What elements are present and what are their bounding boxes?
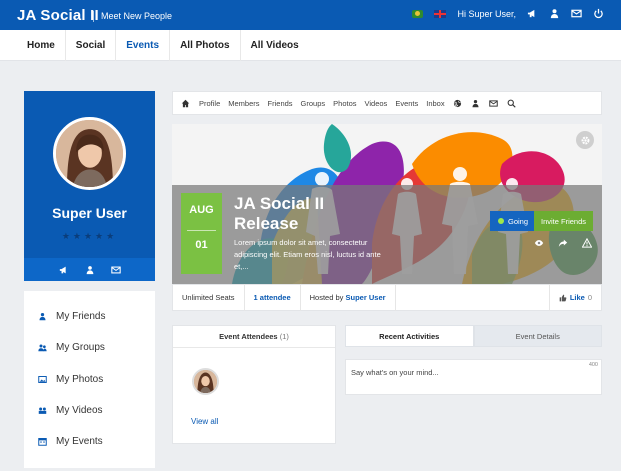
cover-settings-button[interactable] xyxy=(576,131,594,149)
subnav-item-friends[interactable]: Friends xyxy=(268,99,293,108)
invite-friends-button[interactable]: Invite Friends xyxy=(534,211,594,231)
nav-tab-all-videos[interactable]: All Videos xyxy=(239,30,309,61)
groups-icon xyxy=(38,344,47,352)
videos-icon xyxy=(38,407,47,414)
nav-tab-all-photos[interactable]: All Photos xyxy=(169,30,239,61)
uk-flag-icon[interactable] xyxy=(434,9,447,18)
going-label: Going xyxy=(508,216,529,226)
home-icon[interactable] xyxy=(181,99,190,108)
subnav-item-inbox[interactable]: Inbox xyxy=(426,99,444,108)
thumbs-up-icon xyxy=(559,294,567,301)
friends-icon xyxy=(39,313,46,321)
sidebar-item-my-groups[interactable]: My Groups xyxy=(24,332,155,363)
event-cover: AUG 01 JA Social II Release Lorem ipsum … xyxy=(172,124,602,284)
mail-icon[interactable] xyxy=(488,99,498,108)
cover-action-icons xyxy=(534,238,592,248)
profile-card: Super User ★★★★★ xyxy=(24,91,155,281)
site-logo[interactable]: JA Social II xyxy=(17,7,99,24)
calendar-icon xyxy=(38,438,47,447)
sidebar-item-label: My Photos xyxy=(56,373,104,385)
char-counter: 400 xyxy=(588,362,598,368)
status-composer: 400 xyxy=(345,359,602,395)
profile-subnav: Profile Members Friends Groups Photos Vi… xyxy=(172,91,602,115)
share-icon[interactable] xyxy=(558,238,568,248)
tab-recent-activities[interactable]: Recent Activities xyxy=(345,325,474,347)
user-greeting[interactable]: Hi Super User, xyxy=(457,9,516,19)
profile-name[interactable]: Super User xyxy=(24,205,155,221)
eye-icon[interactable] xyxy=(534,238,544,248)
event-month: AUG xyxy=(189,204,214,216)
event-info-bar: Unlimited Seats 1 attendee Hosted by Sup… xyxy=(172,284,602,311)
host-link[interactable]: Super User xyxy=(346,293,386,302)
sidebar-item-label: My Friends xyxy=(56,311,106,323)
sidebar-item-my-photos[interactable]: My Photos xyxy=(24,364,155,395)
profile-avatar[interactable] xyxy=(53,117,126,190)
megaphone-icon[interactable] xyxy=(59,265,69,275)
event-title: JA Social II Release xyxy=(234,194,325,233)
subnav-item-photos[interactable]: Photos xyxy=(333,99,356,108)
sidebar-item-my-events[interactable]: My Events xyxy=(24,426,155,457)
subnav-item-events[interactable]: Events xyxy=(395,99,418,108)
sidebar-item-my-friends[interactable]: My Friends xyxy=(24,301,155,332)
rating-stars: ★★★★★ xyxy=(61,231,118,241)
friends-icon[interactable] xyxy=(85,265,95,275)
sidebar-item-label: My Groups xyxy=(56,342,105,354)
subnav-item-profile[interactable]: Profile xyxy=(199,99,220,108)
attendees-title: Event Attendees xyxy=(219,332,278,341)
status-dot-icon xyxy=(498,218,504,224)
power-icon[interactable] xyxy=(593,8,604,19)
report-icon[interactable] xyxy=(582,238,592,248)
attendee-count-link[interactable]: 1 attendee xyxy=(245,284,301,311)
top-bar: JA Social II Meet New People Hi Super Us… xyxy=(0,0,621,30)
friends-icon[interactable] xyxy=(549,8,560,19)
flag-icon[interactable] xyxy=(412,9,424,18)
site-tagline: Meet New People xyxy=(93,11,172,22)
subnav-item-videos[interactable]: Videos xyxy=(365,99,388,108)
seats-info: Unlimited Seats xyxy=(173,284,245,311)
sidebar-menu: My Friends My Groups My Photos My Videos… xyxy=(24,291,155,468)
attendees-count: (1) xyxy=(279,332,289,341)
attendees-heading: Event Attendees (1) xyxy=(173,326,335,348)
subnav-item-members[interactable]: Members xyxy=(228,99,259,108)
like-label: Like xyxy=(569,293,585,302)
sidebar-item-label: My Events xyxy=(56,436,103,448)
photos-icon xyxy=(38,375,47,383)
nav-tab-social[interactable]: Social xyxy=(64,30,115,61)
sidebar-item-my-videos[interactable]: My Videos xyxy=(24,395,155,426)
attendee-avatar[interactable] xyxy=(192,368,219,395)
mail-icon[interactable] xyxy=(110,265,121,275)
nav-tab-events[interactable]: Events xyxy=(115,30,169,61)
profile-actions xyxy=(24,258,155,281)
search-icon[interactable] xyxy=(507,99,516,108)
event-description: Lorem ipsum dolor sit amet, consectetur … xyxy=(234,238,381,271)
main-nav: Home Social Events All Photos All Videos xyxy=(0,30,621,61)
sidebar-item-label: My Videos xyxy=(56,405,103,417)
going-button[interactable]: Going xyxy=(490,211,537,231)
event-day: 01 xyxy=(187,230,216,251)
host-info: Hosted by Super User xyxy=(301,284,396,311)
event-date-badge: AUG 01 xyxy=(181,193,222,274)
hosted-by-label: Hosted by xyxy=(309,293,344,302)
status-input[interactable] xyxy=(346,360,601,394)
globe-icon[interactable] xyxy=(453,99,462,108)
nav-tab-home[interactable]: Home xyxy=(17,30,65,61)
activity-tabs: Recent Activities Event Details xyxy=(345,325,602,347)
top-right-tools: Hi Super User, xyxy=(412,8,604,19)
subnav-item-groups[interactable]: Groups xyxy=(301,99,326,108)
event-attendees-panel: Event Attendees (1) View all xyxy=(172,325,336,444)
mail-icon[interactable] xyxy=(571,8,582,19)
gear-icon xyxy=(581,136,589,144)
like-button[interactable]: Like 0 xyxy=(548,284,601,311)
megaphone-icon[interactable] xyxy=(527,8,538,19)
like-count: 0 xyxy=(587,293,592,302)
tab-event-details[interactable]: Event Details xyxy=(473,325,602,347)
view-all-link[interactable]: View all xyxy=(191,417,218,426)
friends-icon[interactable] xyxy=(471,99,480,108)
